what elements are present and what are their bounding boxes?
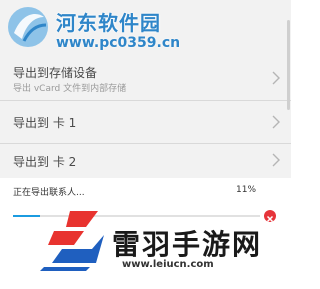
watermark-top-url: www.pc0359.cn (56, 35, 181, 51)
export-to-card1-title: 导出到 卡 1 (13, 116, 77, 130)
watermark-top-name: 河东软件园 (56, 11, 161, 35)
watermark-bottom-url: www.leiucn.com (122, 259, 214, 270)
watermark-top: 河东软件园 www.pc0359.cn (4, 3, 204, 53)
chevron-right-icon (272, 71, 280, 85)
watermark-logo-icon (8, 7, 48, 47)
chevron-right-icon (272, 153, 280, 167)
scrollbar[interactable] (287, 20, 290, 110)
export-to-card1-item[interactable]: 导出到 卡 1 (0, 101, 291, 143)
export-to-storage-title: 导出到存储设备 (13, 66, 98, 80)
export-to-card2-item[interactable]: 导出到 卡 2 (0, 144, 291, 178)
export-to-storage-subtitle: 导出 vCard 文件到内部存储 (13, 84, 127, 94)
progress-percent: 11% (236, 185, 257, 195)
progress-bar-fill (13, 215, 41, 217)
export-to-card2-title: 导出到 卡 2 (13, 155, 77, 169)
watermark-logo-icon (40, 211, 104, 271)
watermark-bottom: 雷羽手游网 www.leiucn.com (40, 203, 285, 287)
chevron-right-icon (272, 115, 280, 129)
watermark-bottom-name: 雷羽手游网 (112, 228, 263, 261)
progress-label: 正在导出联系人... (13, 188, 85, 198)
export-to-storage-item[interactable]: 导出到存储设备 导出 vCard 文件到内部存储 (0, 56, 291, 100)
export-contacts-screen: 导出到存储设备 导出 vCard 文件到内部存储 导出到 卡 1 导出到 卡 2 (0, 0, 291, 289)
